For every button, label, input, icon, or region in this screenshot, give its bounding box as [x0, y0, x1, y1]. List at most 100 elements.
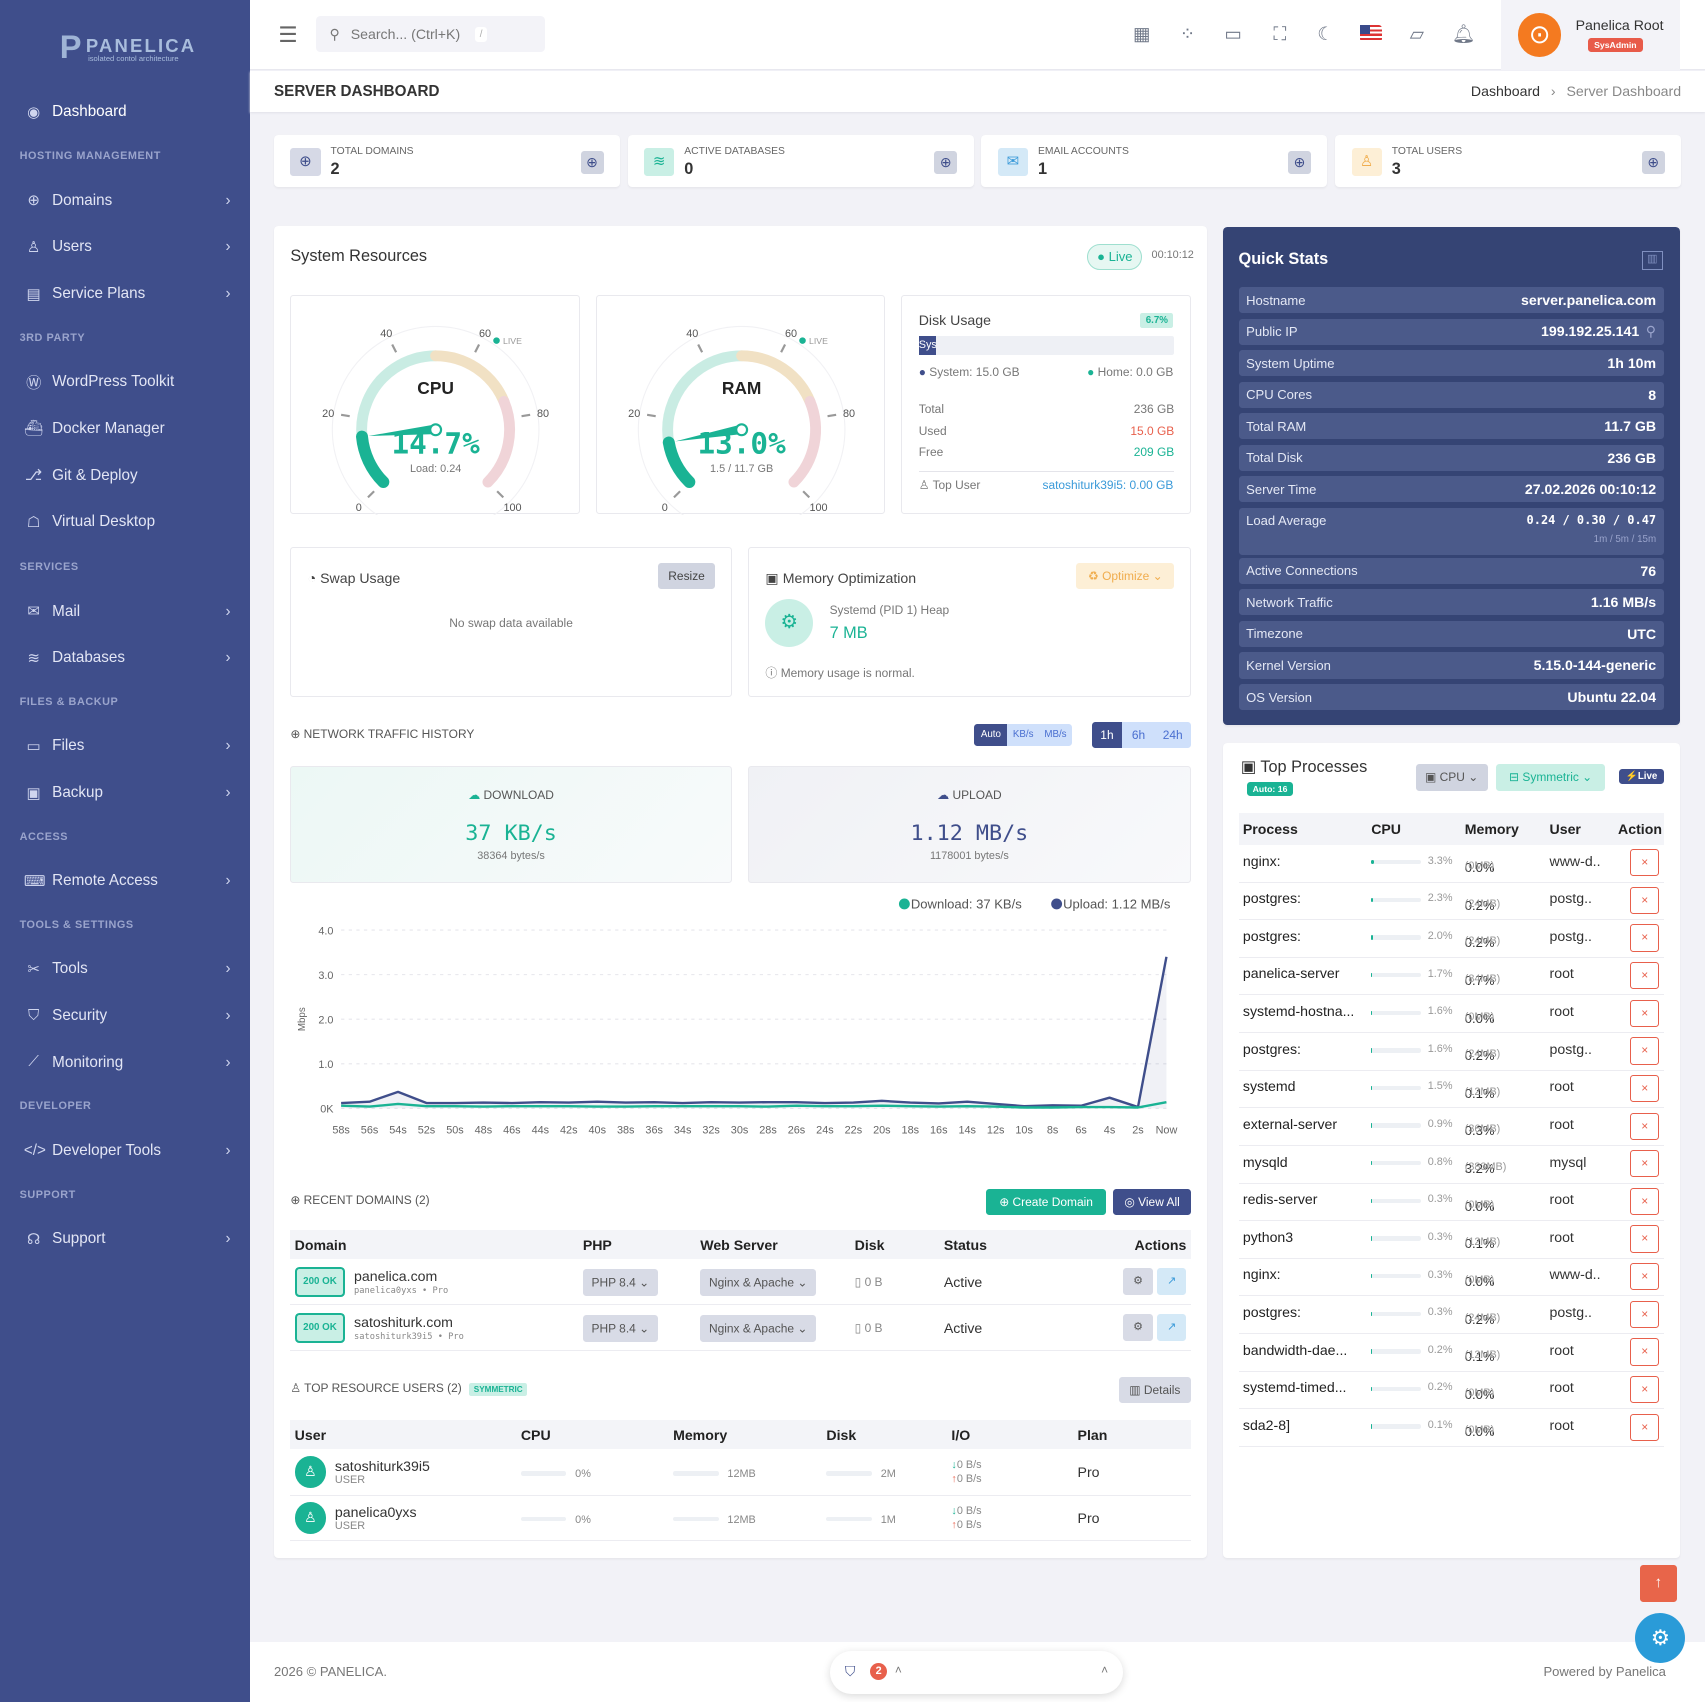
sidebar-item-mail[interactable]: ✉ Mail › [24, 597, 230, 625]
search-input[interactable]: ⚲ Search... (Ctrl+K) / [316, 16, 545, 53]
settings-gear-button[interactable]: ⚙ [1635, 1612, 1686, 1663]
kill-process-button[interactable]: × [1630, 1413, 1660, 1441]
scroll-to-top-button[interactable]: ↑ [1639, 1564, 1677, 1602]
lookup-search-icon[interactable]: ⚲ [1646, 323, 1656, 339]
expand-chevron-icon[interactable]: ˄ [1101, 1663, 1108, 1677]
kill-process-button[interactable]: × [1630, 849, 1660, 877]
top-user-link[interactable]: satoshiturk39i5: 0.00 GB [1042, 478, 1173, 492]
sidebar-item-databases[interactable]: ≋ Databases › [24, 644, 230, 672]
sort-cpu-dropdown[interactable]: ▣ CPU ⌄ [1415, 764, 1488, 791]
details-button[interactable]: ▥ Details [1118, 1376, 1191, 1403]
kill-process-button[interactable]: × [1630, 1375, 1660, 1404]
kill-process-button[interactable]: × [1630, 924, 1660, 952]
range-6h-button[interactable]: 6h [1122, 722, 1155, 749]
sidebar-item-label: Mail [52, 602, 81, 620]
globe-icon: ⊕ [290, 727, 301, 742]
settings-gear-icon[interactable]: ⚙ [1123, 1268, 1153, 1296]
web-server-select[interactable]: Nginx & Apache ⌄ [700, 1315, 817, 1343]
add-icon[interactable]: ⊕ [1288, 151, 1311, 174]
sidebar-item-support[interactable]: ☊ Support › [24, 1224, 231, 1252]
sidebar-item-tools[interactable]: ✂ Tools › [24, 955, 230, 983]
auto-refresh-badge: Auto: 16 [1247, 781, 1293, 797]
kill-process-button[interactable]: × [1630, 1300, 1660, 1328]
apps-grid-icon[interactable]: ⁘ [1175, 22, 1199, 46]
sidebar-item-label: Docker Manager [52, 419, 165, 437]
kill-process-button[interactable]: × [1630, 1112, 1660, 1140]
brand-logo[interactable]: P PANELICA isolated contol architecture [60, 26, 194, 65]
quick-stats-title: Quick Stats [1238, 250, 1329, 269]
us-flag-icon[interactable] [1359, 22, 1383, 46]
unit-auto-button[interactable]: Auto [974, 724, 1008, 746]
bell-icon[interactable]: 🔔︎ [1452, 22, 1476, 46]
stat-card-email-accounts: ✉ EMAIL ACCOUNTS 1 ⊕ [981, 134, 1328, 188]
domain-name-link[interactable]: panelica.com [354, 1268, 448, 1284]
create-domain-button[interactable]: ⊕ Create Domain [986, 1188, 1106, 1215]
symmetric-dropdown[interactable]: ⊟ Symmetric ⌄ [1496, 764, 1605, 791]
sidebar-item-virtual-desktop[interactable]: ☖ Virtual Desktop [24, 508, 231, 536]
sidebar-item-monitoring[interactable]: ⟋ Monitoring › [24, 1048, 230, 1076]
kill-process-button[interactable]: × [1630, 999, 1660, 1027]
sidebar-item-dashboard[interactable]: ◉ Dashboard [24, 98, 231, 126]
x-tick-label: 28s [760, 1124, 778, 1136]
usage-value: 12MB [727, 1513, 756, 1526]
sidebar-item-users[interactable]: ♙ Users › [24, 233, 231, 261]
kill-process-button[interactable]: × [1630, 1187, 1660, 1216]
add-icon[interactable]: ⊕ [934, 151, 958, 174]
add-icon[interactable]: ⊕ [1641, 151, 1665, 174]
sidebar-item-wordpress-toolkit[interactable]: Ⓦ WordPress Toolkit [24, 368, 231, 396]
qr-code-icon[interactable]: ▦ [1130, 22, 1154, 46]
chevron-up-icon[interactable]: ˄ [895, 1663, 902, 1677]
column-header: Disk [822, 1420, 948, 1450]
sidebar-item-files[interactable]: ▭ Files › [24, 732, 231, 760]
legend-label[interactable]: Upload: 1.12 MB/s [1063, 896, 1171, 911]
quick-stat-total-disk: Total Disk 236 GB [1238, 444, 1664, 471]
sidebar-item-backup[interactable]: ▣ Backup › [24, 779, 231, 807]
legend-label[interactable]: Download: 37 KB/s [911, 896, 1022, 911]
php-version-select[interactable]: PHP 8.4 ⌄ [582, 1269, 658, 1297]
kill-process-button[interactable]: × [1630, 962, 1660, 990]
external-link-icon[interactable]: ↗ [1156, 1268, 1187, 1296]
menu-toggle-icon[interactable]: ☰ [278, 22, 298, 48]
kill-process-button[interactable]: × [1630, 1074, 1660, 1103]
external-link-icon[interactable]: ↗ [1156, 1314, 1187, 1342]
security-alerts-widget[interactable]: ⛉ 2 ˄ ˄ [829, 1650, 1124, 1695]
sidebar-item-label: Support [52, 1230, 106, 1248]
range-24h-button[interactable]: 24h [1154, 722, 1191, 749]
view-all-button[interactable]: ◎ View All [1113, 1188, 1191, 1215]
fullscreen-icon[interactable]: ⛶ [1268, 22, 1292, 46]
dark-mode-moon-icon[interactable]: ☾ [1314, 22, 1338, 46]
php-version-select[interactable]: PHP 8.4 ⌄ [582, 1315, 658, 1343]
optimize-dropdown-button[interactable]: ♻ Optimize ⌄ [1076, 563, 1175, 590]
sidebar-item-security[interactable]: ⛉ Security › [24, 1001, 231, 1029]
user-profile-menu[interactable]: ⊙ Panelica Root SysAdmin [1500, 0, 1680, 70]
unit-mbs-button[interactable]: MB/s [1038, 724, 1072, 746]
kill-process-button[interactable]: × [1630, 1263, 1660, 1291]
monitor-icon[interactable]: ▭ [1221, 22, 1245, 46]
kill-process-button[interactable]: × [1630, 1037, 1660, 1065]
unit-kbs-button[interactable]: KB/s [1007, 724, 1039, 746]
kill-process-button[interactable]: × [1630, 886, 1660, 915]
breadcrumb-dashboard[interactable]: Dashboard [1471, 83, 1540, 99]
range-1h-button[interactable]: 1h [1091, 722, 1123, 749]
gear-icon: ⚙ [765, 599, 814, 647]
sidebar-item-git-deploy[interactable]: ⎇ Git & Deploy [24, 461, 231, 489]
notes-icon[interactable]: ▱ [1405, 22, 1429, 46]
sidebar-item-docker-manager[interactable]: ⛴ Docker Manager [24, 414, 231, 442]
kill-process-button[interactable]: × [1630, 1338, 1660, 1366]
resize-swap-button[interactable]: Resize [657, 563, 716, 590]
settings-gear-icon[interactable]: ⚙ [1123, 1314, 1153, 1342]
add-icon[interactable]: ⊕ [580, 151, 604, 174]
sidebar-item-domains[interactable]: ⊕ Domains › [24, 186, 230, 214]
sidebar-item-remote-access[interactable]: ⌨ Remote Access › [24, 867, 231, 895]
user-name[interactable]: panelica0yxs [335, 1504, 417, 1520]
user-name[interactable]: satoshiturk39i5 [335, 1458, 430, 1474]
kill-process-button[interactable]: × [1630, 1225, 1660, 1253]
kill-process-button[interactable]: × [1630, 1150, 1660, 1178]
gauge-subtext: 1.5 / 11.7 GB [710, 463, 773, 475]
domain-name-link[interactable]: satoshiturk.com [354, 1314, 464, 1330]
sidebar-item-developer-tools[interactable]: </> Developer Tools › [24, 1136, 231, 1164]
column-header: Status [939, 1229, 1070, 1260]
bar-chart-icon[interactable]: ▥ [1641, 251, 1663, 270]
sidebar-item-service-plans[interactable]: ▤ Service Plans › [24, 279, 231, 307]
web-server-select[interactable]: Nginx & Apache ⌄ [700, 1269, 817, 1297]
